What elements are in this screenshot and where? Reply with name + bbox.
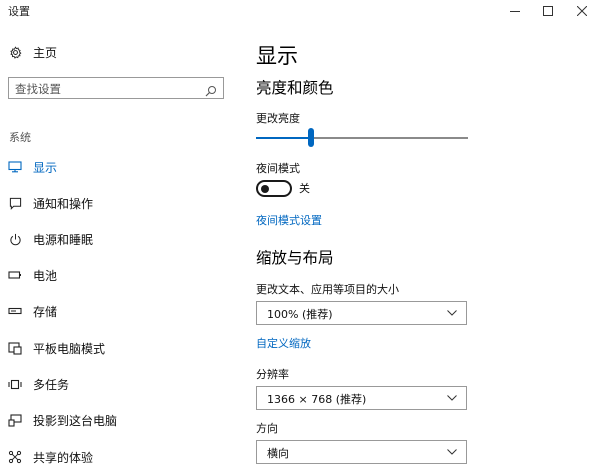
sidebar-item-multitasking[interactable]: 多任务 [0, 369, 230, 399]
section-label-system: 系统 [9, 131, 31, 144]
storage-icon [8, 304, 22, 318]
sidebar-item-label: 多任务 [33, 377, 70, 392]
sidebar-item-battery[interactable]: 电池 [0, 260, 230, 290]
power-icon [8, 232, 22, 246]
custom-scale-link[interactable]: 自定义缩放 [256, 335, 311, 351]
sidebar-item-label: 电源和睡眠 [33, 232, 94, 247]
multitask-icon [8, 377, 22, 391]
notification-icon [8, 196, 22, 210]
maximize-icon [543, 6, 553, 16]
project-icon [8, 413, 22, 427]
search-icon[interactable] [205, 82, 217, 101]
resolution-label: 分辨率 [256, 368, 289, 381]
section-heading-scale-layout: 缩放与布局 [256, 249, 334, 267]
night-mode-toggle[interactable] [256, 180, 292, 197]
sidebar-item-label: 主页 [33, 45, 58, 60]
minimize-icon [510, 11, 520, 12]
brightness-slider-thumb[interactable] [308, 128, 315, 147]
sidebar-item-tablet-mode[interactable]: 平板电脑模式 [0, 333, 230, 363]
sidebar-item-project[interactable]: 投影到这台电脑 [0, 405, 230, 435]
shared-icon [8, 450, 22, 464]
orientation-dropdown[interactable]: 横向 [256, 440, 467, 464]
close-button[interactable] [565, 0, 599, 22]
maximize-button[interactable] [531, 0, 565, 22]
toggle-knob [261, 184, 269, 193]
close-icon [577, 6, 587, 16]
resolution-dropdown-value: 1366 × 768 (推荐) [267, 393, 367, 406]
sidebar-item-label: 显示 [33, 160, 58, 175]
search-input[interactable] [15, 80, 195, 98]
monitor-icon [8, 160, 22, 174]
window-title: 设置 [8, 5, 30, 18]
sidebar-item-label: 共享的体验 [33, 450, 94, 465]
sidebar-item-label: 通知和操作 [33, 196, 94, 211]
scale-dropdown-value: 100% (推荐) [267, 308, 333, 321]
night-mode-state: 关 [299, 182, 310, 195]
sidebar-item-display[interactable]: 显示 [0, 152, 230, 182]
night-mode-settings-link[interactable]: 夜间模式设置 [256, 212, 322, 228]
sidebar-item-label: 电池 [33, 268, 58, 283]
sidebar-item-storage[interactable]: 存储 [0, 296, 230, 326]
sidebar-item-notifications[interactable]: 通知和操作 [0, 188, 230, 218]
sidebar-item-label: 投影到这台电脑 [33, 413, 118, 428]
brightness-label: 更改亮度 [256, 112, 300, 125]
sidebar-item-home[interactable]: 主页 [0, 37, 230, 67]
battery-icon [8, 268, 22, 282]
chevron-down-icon [447, 310, 457, 316]
chevron-down-icon [447, 449, 457, 455]
orientation-dropdown-value: 横向 [267, 447, 289, 460]
search-field[interactable] [8, 77, 224, 99]
minimize-button[interactable] [498, 0, 532, 22]
orientation-label: 方向 [256, 422, 278, 435]
page-title: 显示 [256, 44, 298, 68]
scale-dropdown[interactable]: 100% (推荐) [256, 301, 467, 325]
sidebar-item-power[interactable]: 电源和睡眠 [0, 224, 230, 254]
brightness-slider-fill [256, 137, 312, 139]
sidebar-item-shared-experiences[interactable]: 共享的体验 [0, 442, 230, 472]
night-mode-label: 夜间模式 [256, 162, 300, 175]
sidebar-item-label: 存储 [33, 304, 58, 319]
resolution-dropdown[interactable]: 1366 × 768 (推荐) [256, 386, 467, 410]
sidebar-item-label: 平板电脑模式 [33, 341, 106, 356]
section-heading-brightness: 亮度和颜色 [256, 79, 334, 97]
scale-label: 更改文本、应用等项目的大小 [256, 283, 399, 296]
chevron-down-icon [447, 395, 457, 401]
gear-icon [8, 45, 22, 59]
tablet-icon [8, 341, 22, 355]
